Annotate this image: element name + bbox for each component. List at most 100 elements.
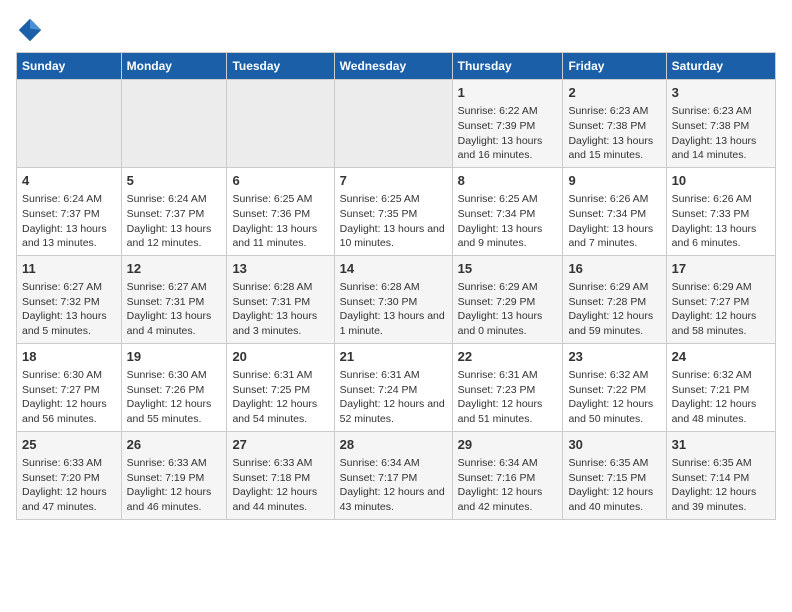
sunrise-text: Sunrise: 6:32 AM: [568, 369, 648, 381]
sunrise-text: Sunrise: 6:30 AM: [22, 369, 102, 381]
sunset-text: Sunset: 7:37 PM: [127, 208, 205, 220]
col-header-monday: Monday: [121, 53, 227, 80]
sunset-text: Sunset: 7:35 PM: [340, 208, 418, 220]
sunrise-text: Sunrise: 6:33 AM: [22, 457, 102, 469]
daylight-text: Daylight: 12 hours and 50 minutes.: [568, 398, 653, 425]
sunrise-text: Sunrise: 6:25 AM: [232, 193, 312, 205]
sunset-text: Sunset: 7:29 PM: [458, 296, 536, 308]
sunset-text: Sunset: 7:27 PM: [22, 384, 100, 396]
daylight-text: Daylight: 12 hours and 44 minutes.: [232, 486, 317, 513]
sunrise-text: Sunrise: 6:35 AM: [672, 457, 752, 469]
daylight-text: Daylight: 12 hours and 52 minutes.: [340, 398, 445, 425]
sunrise-text: Sunrise: 6:24 AM: [127, 193, 207, 205]
calendar-cell: 23Sunrise: 6:32 AMSunset: 7:22 PMDayligh…: [563, 343, 666, 431]
sunrise-text: Sunrise: 6:23 AM: [672, 105, 752, 117]
page-header: [16, 16, 776, 44]
sunset-text: Sunset: 7:25 PM: [232, 384, 310, 396]
calendar-cell: 17Sunrise: 6:29 AMSunset: 7:27 PMDayligh…: [666, 255, 775, 343]
sunset-text: Sunset: 7:31 PM: [127, 296, 205, 308]
sunset-text: Sunset: 7:20 PM: [22, 472, 100, 484]
sunset-text: Sunset: 7:24 PM: [340, 384, 418, 396]
calendar-cell: 20Sunrise: 6:31 AMSunset: 7:25 PMDayligh…: [227, 343, 334, 431]
calendar-cell: 4Sunrise: 6:24 AMSunset: 7:37 PMDaylight…: [17, 167, 122, 255]
day-number: 25: [22, 436, 116, 454]
sunset-text: Sunset: 7:21 PM: [672, 384, 750, 396]
calendar-cell: [334, 80, 452, 168]
calendar-cell: 5 Sunrise: 6:24 AM Sunset: 7:37 PM Daylight…: [121, 167, 227, 255]
day-number: 8: [458, 172, 558, 190]
logo: [16, 16, 48, 44]
day-number: 9: [568, 172, 660, 190]
daylight-text: Daylight: 13 hours and 10 minutes.: [340, 223, 445, 250]
day-number: 21: [340, 348, 447, 366]
day-number: 6: [232, 172, 328, 190]
sunrise-text: Sunrise: 6:26 AM: [672, 193, 752, 205]
sunrise-text: Sunrise: 6:35 AM: [568, 457, 648, 469]
col-header-friday: Friday: [563, 53, 666, 80]
daylight-text: Daylight: 12 hours and 46 minutes.: [127, 486, 212, 513]
day-number: 29: [458, 436, 558, 454]
daylight-text: Daylight: 12 hours and 42 minutes.: [458, 486, 543, 513]
day-number: 14: [340, 260, 447, 278]
calendar-cell: 25Sunrise: 6:33 AMSunset: 7:20 PMDayligh…: [17, 431, 122, 519]
sunset-text: Sunset: 7:22 PM: [568, 384, 646, 396]
calendar-week-row: 1 Sunrise: 6:22 AM Sunset: 7:39 PM Daylight…: [17, 80, 776, 168]
logo-icon: [16, 16, 44, 44]
day-number: 1: [458, 84, 558, 102]
sunrise-text: Sunrise: 6:30 AM: [127, 369, 207, 381]
daylight-text: Daylight: 13 hours and 6 minutes.: [672, 223, 757, 250]
day-number: 4: [22, 172, 116, 190]
calendar-cell: 12Sunrise: 6:27 AMSunset: 7:31 PMDayligh…: [121, 255, 227, 343]
day-number: 15: [458, 260, 558, 278]
daylight-text: Daylight: 13 hours and 16 minutes.: [458, 135, 543, 162]
sunset-text: Sunset: 7:39 PM: [458, 120, 536, 132]
col-header-wednesday: Wednesday: [334, 53, 452, 80]
daylight-text: Daylight: 13 hours and 12 minutes.: [127, 223, 212, 250]
calendar-cell: 8Sunrise: 6:25 AMSunset: 7:34 PMDaylight…: [452, 167, 563, 255]
day-number: 18: [22, 348, 116, 366]
calendar-cell: 26Sunrise: 6:33 AMSunset: 7:19 PMDayligh…: [121, 431, 227, 519]
sunrise-text: Sunrise: 6:25 AM: [340, 193, 420, 205]
calendar-cell: 6 Sunrise: 6:25 AM Sunset: 7:36 PM Daylight…: [227, 167, 334, 255]
calendar-cell: 3Sunrise: 6:23 AMSunset: 7:38 PMDaylight…: [666, 80, 775, 168]
day-number: 28: [340, 436, 447, 454]
calendar-cell: 24Sunrise: 6:32 AMSunset: 7:21 PMDayligh…: [666, 343, 775, 431]
calendar-cell: 11Sunrise: 6:27 AMSunset: 7:32 PMDayligh…: [17, 255, 122, 343]
calendar-cell: 29Sunrise: 6:34 AMSunset: 7:16 PMDayligh…: [452, 431, 563, 519]
daylight-text: Daylight: 13 hours and 0 minutes.: [458, 310, 543, 337]
day-number: 17: [672, 260, 770, 278]
sunrise-text: Sunrise: 6:32 AM: [672, 369, 752, 381]
sunset-text: Sunset: 7:18 PM: [232, 472, 310, 484]
calendar-cell: 28Sunrise: 6:34 AMSunset: 7:17 PMDayligh…: [334, 431, 452, 519]
calendar-week-row: 11Sunrise: 6:27 AMSunset: 7:32 PMDayligh…: [17, 255, 776, 343]
sunrise-text: Sunrise: 6:22 AM: [458, 105, 538, 117]
col-header-tuesday: Tuesday: [227, 53, 334, 80]
calendar-week-row: 4 Sunrise: 6:24 AM Sunset: 7:37 PM Daylight…: [17, 167, 776, 255]
day-number: 27: [232, 436, 328, 454]
calendar-cell: 30Sunrise: 6:35 AMSunset: 7:15 PMDayligh…: [563, 431, 666, 519]
calendar-cell: 15Sunrise: 6:29 AMSunset: 7:29 PMDayligh…: [452, 255, 563, 343]
daylight-text: Daylight: 13 hours and 11 minutes.: [232, 223, 317, 250]
sunrise-text: Sunrise: 6:31 AM: [232, 369, 312, 381]
daylight-text: Daylight: 12 hours and 58 minutes.: [672, 310, 757, 337]
day-number: 12: [127, 260, 222, 278]
sunrise-text: Sunrise: 6:23 AM: [568, 105, 648, 117]
calendar-cell: 16Sunrise: 6:29 AMSunset: 7:28 PMDayligh…: [563, 255, 666, 343]
sunrise-text: Sunrise: 6:33 AM: [127, 457, 207, 469]
calendar-cell: 9Sunrise: 6:26 AMSunset: 7:34 PMDaylight…: [563, 167, 666, 255]
daylight-text: Daylight: 12 hours and 48 minutes.: [672, 398, 757, 425]
sunset-text: Sunset: 7:38 PM: [568, 120, 646, 132]
sunrise-text: Sunrise: 6:29 AM: [568, 281, 648, 293]
sunrise-text: Sunrise: 6:33 AM: [232, 457, 312, 469]
daylight-text: Daylight: 12 hours and 56 minutes.: [22, 398, 107, 425]
calendar-cell: 21Sunrise: 6:31 AMSunset: 7:24 PMDayligh…: [334, 343, 452, 431]
day-number: 20: [232, 348, 328, 366]
day-number: 16: [568, 260, 660, 278]
calendar-cell: 19Sunrise: 6:30 AMSunset: 7:26 PMDayligh…: [121, 343, 227, 431]
calendar-cell: 27 Sunrise: 6:33 AM Sunset: 7:18 PM Dayligh…: [227, 431, 334, 519]
day-number: 2: [568, 84, 660, 102]
day-number: 5: [127, 172, 222, 190]
sunrise-text: Sunrise: 6:34 AM: [340, 457, 420, 469]
sunrise-text: Sunrise: 6:27 AM: [22, 281, 102, 293]
sunset-text: Sunset: 7:36 PM: [232, 208, 310, 220]
